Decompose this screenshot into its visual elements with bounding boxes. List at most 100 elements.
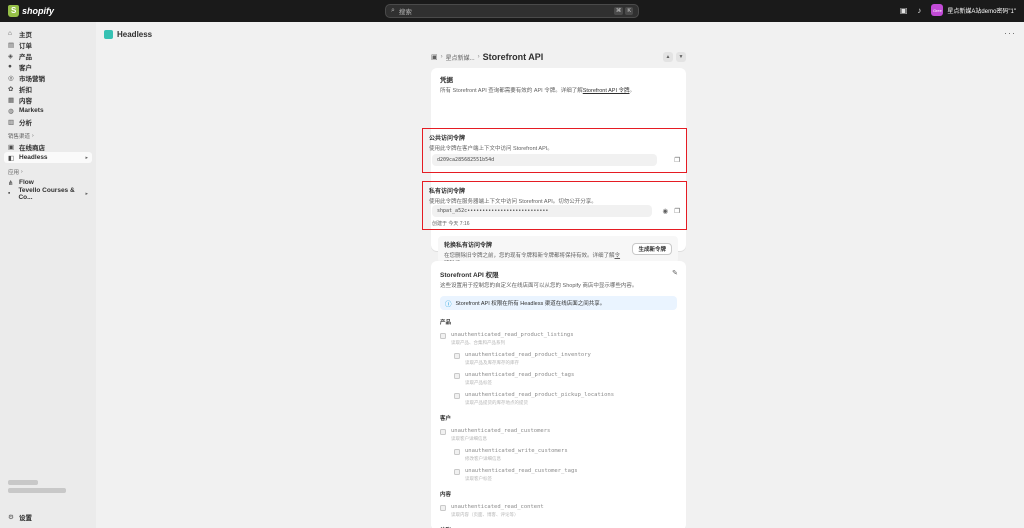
sales-channels-section[interactable]: 销售渠道 › [4,131,92,141]
permission-groups: 产品 unauthenticated_read_product_listings 读… [440,318,677,528]
sidebar-item-orders[interactable]: ▤ 订单 [4,39,92,50]
permission-checkbox[interactable] [454,373,460,379]
sidebar-item-settings[interactable]: ⚙ 设置 [4,511,92,522]
search-bar[interactable]: ⌕ 搜索 ⌘ K [385,4,639,18]
brand-name: shopify [22,6,55,16]
apps-section[interactable]: 应用 › [4,167,92,177]
chevron-down-icon[interactable]: ▼ [676,52,686,62]
section-label: 销售渠道 [8,134,31,140]
sidebar-item-home[interactable]: ⌂ 主页 [4,28,92,39]
permission-item: unauthenticated_read_customer_tags 读取客户标签 [454,468,677,482]
private-token-field[interactable]: shpat_a52c••••••••••••••••••••••••••• [432,205,652,217]
permission-checkbox[interactable] [440,429,446,435]
sidebar-item-label: Markets [19,107,44,114]
permission-checkbox[interactable] [440,333,446,339]
sidebar-item-content[interactable]: ▦ 内容 [4,94,92,105]
products-icon: ◈ [8,52,13,60]
permission-checkbox[interactable] [454,449,460,455]
permission-name: unauthenticated_read_product_tags [465,372,575,378]
permission-group-label: 内容 [440,492,452,498]
public-token-section: 公共访问令牌 使用此令牌在客户端上下文中访问 Storefront API。 d… [422,128,687,173]
sidebar-item-headless[interactable]: ◧ Headless ▸ [4,152,92,163]
api-token-link[interactable]: Storefront API 令牌 [583,88,630,94]
sidebar-item-markets[interactable]: ◍ Markets [4,105,92,116]
permission-item: unauthenticated_write_customers 修改客户详细信息 [454,448,677,462]
store-icon: ▣ [431,54,438,61]
chevron-right-icon: › [32,133,34,139]
redacted-text [8,488,66,493]
permission-desc: 读取内容（页面、博客、评论等） [451,512,519,517]
flow-icon: ⋔ [8,179,14,187]
sidebar-item-label: 主页 [19,31,32,39]
shopify-logo[interactable]: shopify [8,5,54,17]
permission-name: unauthenticated_read_product_pickup_loca… [465,392,615,398]
eye-icon[interactable]: ◉ [662,207,668,215]
breadcrumb-parent[interactable]: 星点新媒... [446,53,475,62]
analytics-icon: ▥ [8,118,15,126]
store-name[interactable]: 星点新媒A站demo密码"1" [947,6,1016,15]
sidebar: ⌂ 主页 ▤ 订单 ◈ 产品 ● 客户 ◎ 市场营销 ✿ 折扣 ▦ 内容 ◍ Markets ▥… [0,22,96,528]
edit-icon[interactable]: ✎ [672,269,678,277]
permission-desc: 读取产品、合集和产品系列 [451,340,505,345]
private-token-created: 创建于 今天 7:16 [432,221,470,227]
permission-name: unauthenticated_read_customers [451,428,551,434]
permission-text: unauthenticated_read_product_inventory 读取… [465,352,591,366]
permission-name: unauthenticated_read_content [451,504,544,510]
breadcrumb-separator: › [440,54,443,60]
permission-checkbox[interactable] [454,353,460,359]
permissions-card: Storefront API 权限 ✎ 这些设置用于控制您的自定义在线店面可以从… [431,261,686,528]
tevello-icon: ▪ [8,190,11,197]
generate-token-button[interactable]: 生成新令牌 [632,243,672,255]
public-token-title: 公共访问令牌 [429,136,466,142]
top-right-actions: ▣ ♪ Gree 星点新媒A站demo密码"1" [900,4,1016,16]
app-header: Headless ··· [96,22,1024,46]
sidebar-item-online-store[interactable]: ▣ 在线商店 [4,141,92,152]
public-token-field[interactable]: d209ca285682551b54d [432,154,657,166]
permission-item: unauthenticated_read_product_pickup_loca… [454,392,677,406]
chevron-right-icon: ▸ [85,154,88,161]
marketing-icon: ◎ [8,74,14,82]
permission-checkbox[interactable] [440,505,446,511]
sidebar-item-customers[interactable]: ● 客户 [4,61,92,72]
home-icon: ⌂ [8,30,12,37]
private-token-title: 私有访问令牌 [429,189,466,195]
permission-checkbox[interactable] [454,393,460,399]
permission-desc: 读取客户详细信息 [451,436,487,441]
globe-icon: ◍ [8,107,14,115]
sidebar-item-marketing[interactable]: ◎ 市场营销 [4,72,92,83]
permission-text: unauthenticated_write_customers 修改客户详细信息 [465,448,568,462]
permission-name: unauthenticated_read_product_inventory [465,352,591,358]
sidebar-item-label: 市场营销 [19,75,45,83]
sidebar-item-label: 订单 [19,42,32,50]
desc-text: 所有 Storefront API 查询都需要有效的 API 令牌。详细了解 [440,88,583,94]
permission-name: unauthenticated_read_customer_tags [465,468,578,474]
copy-icon[interactable]: ❐ [674,156,680,164]
sidebar-item-label: 折扣 [19,86,32,94]
permission-name: unauthenticated_write_customers [465,448,568,454]
breadcrumb: ▣ › 星点新媒... › Storefront API ▲ ▼ [431,48,686,66]
permission-name: unauthenticated_read_product_listings [451,332,574,338]
sidebar-item-label: Tevello Courses & Co... [18,186,75,201]
store-icon[interactable]: ▣ [900,6,908,15]
customers-icon: ● [8,63,12,70]
public-token-desc: 使用此令牌在客户端上下文中访问 Storefront API。 [429,146,553,152]
bell-icon[interactable]: ♪ [917,6,921,15]
sidebar-item-label: 产品 [19,53,32,61]
permission-desc: 修改客户详细信息 [465,456,501,461]
kbd-cmd: ⌘ [613,7,624,15]
store-avatar[interactable]: Gree [931,4,944,16]
sidebar-item-analytics[interactable]: ▥ 分析 [4,116,92,127]
permission-desc: 读取产品提货的库存地点的提货 [465,400,528,405]
discount-icon: ✿ [8,85,14,93]
permission-checkbox[interactable] [454,469,460,475]
orders-icon: ▤ [8,41,15,49]
sidebar-item-products[interactable]: ◈ 产品 [4,50,92,61]
permission-desc: 读取产品及库存库存的库存 [465,360,519,365]
chevron-up-icon[interactable]: ▲ [663,52,673,62]
sidebar-item-discounts[interactable]: ✿ 折扣 [4,83,92,94]
kbd-k: K [625,7,633,15]
sidebar-item-label: 内容 [19,97,32,105]
copy-icon[interactable]: ❐ [674,207,680,215]
sidebar-item-tevello[interactable]: ▪ Tevello Courses & Co... ▸ [4,186,92,201]
more-options-icon[interactable]: ··· [1004,28,1016,38]
